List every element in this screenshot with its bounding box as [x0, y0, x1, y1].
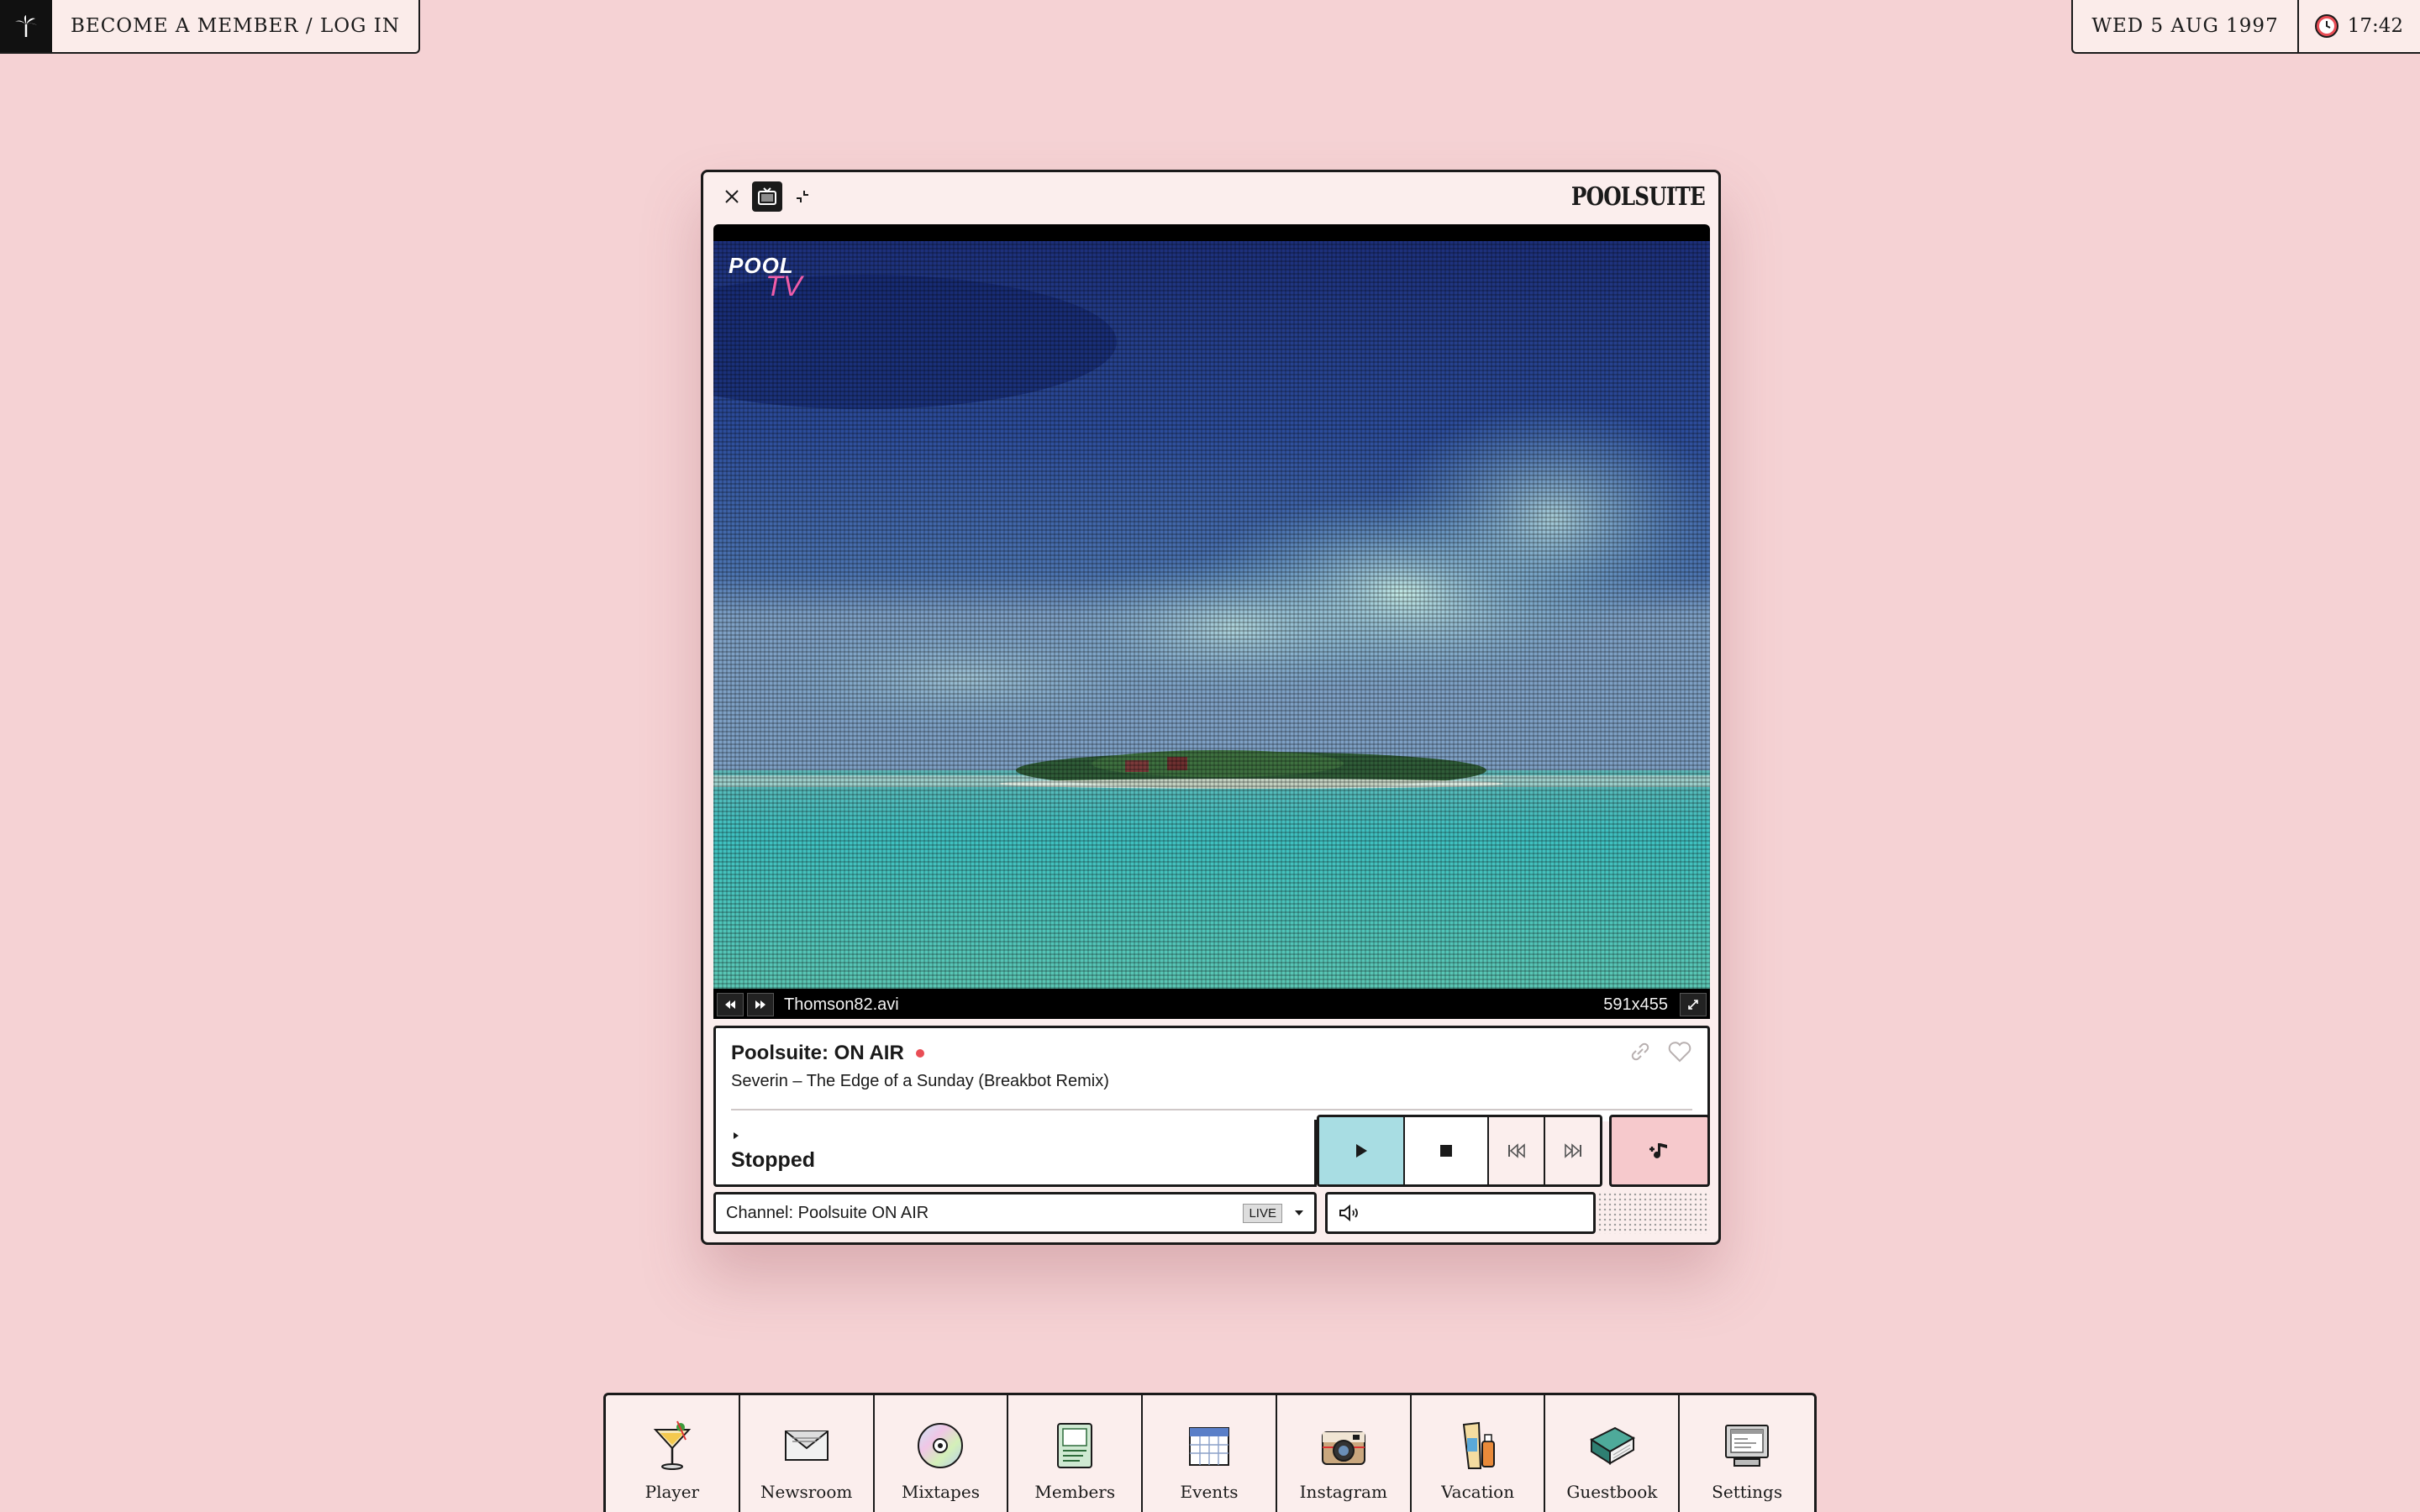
dock-item-player[interactable]: Player: [606, 1395, 740, 1512]
video-control-bar: Thomson82.avi 591x455: [713, 990, 1710, 1019]
track-name: Severin – The Edge of a Sunday (Breakbot…: [731, 1072, 1109, 1090]
live-badge: LIVE: [1243, 1203, 1282, 1223]
clock-icon: [2314, 14, 2338, 38]
app-dock: Player Newsroom Mixtapes Members Events …: [603, 1393, 1817, 1512]
date-display: WED 5 AUG 1997: [2073, 0, 2299, 52]
volume-grip-handle[interactable]: [1597, 1192, 1710, 1234]
dock-label: Newsroom: [760, 1482, 853, 1502]
dock-item-instagram[interactable]: Instagram: [1277, 1395, 1412, 1512]
station-title: Poolsuite: ON AIR: [731, 1042, 924, 1065]
dock-label: Settings: [1712, 1482, 1783, 1502]
stop-button[interactable]: [1405, 1117, 1490, 1184]
cd-icon: [913, 1418, 967, 1473]
playback-status: Stopped: [731, 1148, 815, 1172]
member-login-link[interactable]: BECOME A MEMBER / LOG IN: [52, 0, 418, 52]
cocktail-icon: [645, 1418, 699, 1473]
dock-label: Members: [1034, 1482, 1116, 1502]
panel-divider: [731, 1109, 1692, 1110]
live-indicator-dot: [915, 1049, 924, 1058]
stop-icon: [1440, 1145, 1453, 1157]
collapse-icon[interactable]: [787, 181, 818, 212]
link-icon[interactable]: [1628, 1040, 1652, 1063]
clock-display[interactable]: 17:42: [2299, 0, 2420, 52]
dock-item-mixtapes[interactable]: Mixtapes: [875, 1395, 1009, 1512]
dock-label: Instagram: [1299, 1482, 1387, 1502]
video-rewind-icon[interactable]: [717, 993, 744, 1016]
camera-icon: [1317, 1418, 1370, 1473]
dock-label: Player: [644, 1482, 700, 1502]
speaker-icon: [1339, 1204, 1358, 1222]
book-icon: [1585, 1418, 1639, 1473]
dock-item-events[interactable]: Events: [1143, 1395, 1277, 1512]
track-actions: [1628, 1040, 1692, 1063]
dock-item-guestbook[interactable]: Guestbook: [1545, 1395, 1681, 1512]
dock-label: Guestbook: [1566, 1482, 1658, 1502]
dock-label: Vacation: [1441, 1482, 1515, 1502]
top-right-bar: WED 5 AUG 1997 17:42: [2071, 0, 2420, 54]
dock-label: Events: [1180, 1482, 1239, 1502]
heart-icon[interactable]: [1667, 1040, 1692, 1063]
sunscreen-icon: [1451, 1418, 1505, 1473]
calendar-icon: [1182, 1418, 1236, 1473]
palm-logo-icon[interactable]: [0, 0, 52, 52]
dock-item-vacation[interactable]: Vacation: [1412, 1395, 1546, 1512]
transport-controls: [1317, 1115, 1602, 1187]
next-icon: [1564, 1143, 1581, 1158]
video-player[interactable]: POOL TV Thomson82.avi 591x455: [713, 224, 1710, 1019]
music-add-icon: [1649, 1143, 1667, 1158]
clock-time: 17:42: [2347, 15, 2403, 37]
play-icon: [1356, 1144, 1368, 1158]
pool-tv-logo: POOL TV: [729, 253, 802, 303]
envelope-icon: [780, 1418, 834, 1473]
dock-item-settings[interactable]: Settings: [1680, 1395, 1814, 1512]
pool-tv-logo-bottom: TV: [765, 270, 802, 302]
tv-mode-icon[interactable]: [752, 181, 782, 212]
video-forward-icon[interactable]: [747, 993, 774, 1016]
dock-item-newsroom[interactable]: Newsroom: [740, 1395, 875, 1512]
video-filename: Thomson82.avi: [784, 995, 899, 1014]
window-titlebar[interactable]: POOLSUITE: [703, 172, 1718, 221]
dock-label: Mixtapes: [901, 1482, 980, 1502]
volume-slider[interactable]: [1325, 1192, 1596, 1234]
top-left-bar: BECOME A MEMBER / LOG IN: [0, 0, 421, 54]
add-track-button[interactable]: [1609, 1115, 1710, 1187]
dock-item-members[interactable]: Members: [1008, 1395, 1144, 1512]
poolsuite-window: POOLSUITE POOL TV Thomson82.avi 591x455 …: [701, 170, 1721, 1245]
channel-select[interactable]: Channel: Poolsuite ON AIR LIVE: [713, 1192, 1317, 1234]
play-button[interactable]: [1319, 1117, 1406, 1184]
caret-right-icon: [734, 1132, 739, 1139]
next-button[interactable]: [1545, 1117, 1600, 1184]
video-resolution: 591x455: [1603, 995, 1668, 1014]
chevron-down-icon: [1295, 1210, 1303, 1215]
member-card-icon: [1048, 1418, 1102, 1473]
fullscreen-icon[interactable]: [1680, 993, 1707, 1016]
channel-label: Channel: Poolsuite ON AIR: [726, 1203, 929, 1222]
previous-icon: [1507, 1143, 1525, 1158]
window-title: POOLSUITE: [1570, 181, 1706, 212]
tropical-island-video-frame: POOL TV: [713, 241, 1710, 989]
playback-status-panel: Stopped: [713, 1120, 1317, 1187]
computer-icon: [1720, 1418, 1774, 1473]
previous-button[interactable]: [1489, 1117, 1546, 1184]
close-icon[interactable]: [717, 181, 747, 212]
station-name: Poolsuite: ON AIR: [731, 1042, 904, 1064]
now-playing-panel: Poolsuite: ON AIR Severin – The Edge of …: [713, 1026, 1710, 1121]
